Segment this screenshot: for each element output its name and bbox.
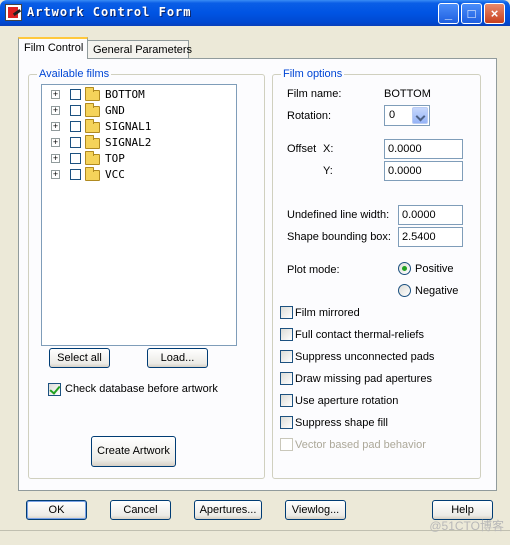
undefined-line-width-field[interactable]: 0.0000 [398,205,463,225]
film-checkbox[interactable] [70,137,81,148]
suppress-unconnected-pads-label: Suppress unconnected pads [295,351,435,363]
film-label: TOP [105,152,125,165]
offset-label: Offset [287,143,317,155]
offset-y-label: Y: [323,165,333,177]
folder-icon [85,103,100,117]
watermark: @51CTO博客 [429,519,504,533]
film-options-legend: Film options [281,68,345,80]
draw-missing-pad-apertures-label: Draw missing pad apertures [295,373,432,385]
film-checkbox[interactable] [70,105,81,116]
film-mirrored-checkbox[interactable] [280,306,293,319]
film-label: BOTTOM [105,88,145,101]
positive-radio[interactable] [398,262,411,275]
full-contact-thermal-reliefs-label: Full contact thermal-reliefs [295,329,424,341]
window-title: Artwork Control Form [27,5,192,19]
folder-icon [85,167,100,181]
ok-button[interactable]: OK [26,500,87,520]
folder-icon [85,151,100,165]
film-checkbox[interactable] [70,153,81,164]
film-name-label: Film name: [287,88,342,100]
film-label: VCC [105,168,125,181]
vector-based-pad-behavior-label: Vector based pad behavior [295,439,426,451]
rotation-label: Rotation: [287,110,332,122]
app-icon [5,4,22,21]
viewlog-button[interactable]: Viewlog... [285,500,346,520]
suppress-shape-fill-checkbox[interactable] [280,416,293,429]
tab-general-parameters[interactable]: General Parameters [87,40,192,59]
draw-missing-pad-apertures-checkbox[interactable] [280,372,293,385]
offset-x-field[interactable]: 0.0000 [384,139,463,159]
title-bar[interactable]: Artwork Control Form _ □ × [0,0,510,26]
negative-radio[interactable] [398,284,411,297]
available-films-legend: Available films [37,68,112,80]
use-aperture-rotation-checkbox[interactable] [280,394,293,407]
expand-icon[interactable]: + [51,138,60,147]
maximize-button[interactable]: □ [461,3,482,24]
chevron-down-icon[interactable] [412,107,428,124]
check-database-checkbox[interactable] [48,383,61,396]
folder-icon [85,87,100,101]
plot-mode-label: Plot mode: [287,264,340,276]
positive-label: Positive [415,263,454,275]
full-contact-thermal-reliefs-checkbox[interactable] [280,328,293,341]
cancel-button[interactable]: Cancel [110,500,171,520]
expand-icon[interactable]: + [51,122,60,131]
film-checkbox[interactable] [70,89,81,100]
expand-icon[interactable]: + [51,106,60,115]
tab-film-control[interactable]: Film Control [18,37,88,59]
close-button[interactable]: × [484,3,505,24]
apertures-button[interactable]: Apertures... [194,500,262,520]
expand-icon[interactable]: + [51,90,60,99]
expand-icon[interactable]: + [51,154,60,163]
rotation-value: 0 [389,109,396,121]
folder-icon [85,135,100,149]
suppress-unconnected-pads-checkbox[interactable] [280,350,293,363]
load-button[interactable]: Load... [147,348,208,368]
rotation-select[interactable]: 0 [384,105,430,126]
film-label: SIGNAL2 [105,136,152,149]
expand-icon[interactable]: + [51,170,60,179]
film-label: SIGNAL1 [105,120,152,133]
create-artwork-button[interactable]: Create Artwork [91,436,176,467]
film-mirrored-label: Film mirrored [295,307,360,319]
offset-y-field[interactable]: 0.0000 [384,161,463,181]
folder-icon [85,119,100,133]
shape-bounding-box-field[interactable]: 2.5400 [398,227,463,247]
negative-label: Negative [415,285,459,297]
film-checkbox[interactable] [70,169,81,180]
film-name-value: BOTTOM [384,88,431,100]
check-database-label: Check database before artwork [65,383,218,395]
vector-based-pad-behavior-checkbox [280,438,293,451]
suppress-shape-fill-label: Suppress shape fill [295,417,388,429]
use-aperture-rotation-label: Use aperture rotation [295,395,399,407]
film-checkbox[interactable] [70,121,81,132]
films-tree[interactable]: + BOTTOM + GND + SIGNAL1 + SIGNAL2 + TOP… [41,84,237,346]
offset-x-label: X: [323,143,334,155]
minimize-button[interactable]: _ [438,3,459,24]
undefined-line-width-label: Undefined line width: [287,209,390,221]
film-label: GND [105,104,125,117]
select-all-button[interactable]: Select all [49,348,110,368]
shape-bounding-box-label: Shape bounding box: [287,231,391,243]
